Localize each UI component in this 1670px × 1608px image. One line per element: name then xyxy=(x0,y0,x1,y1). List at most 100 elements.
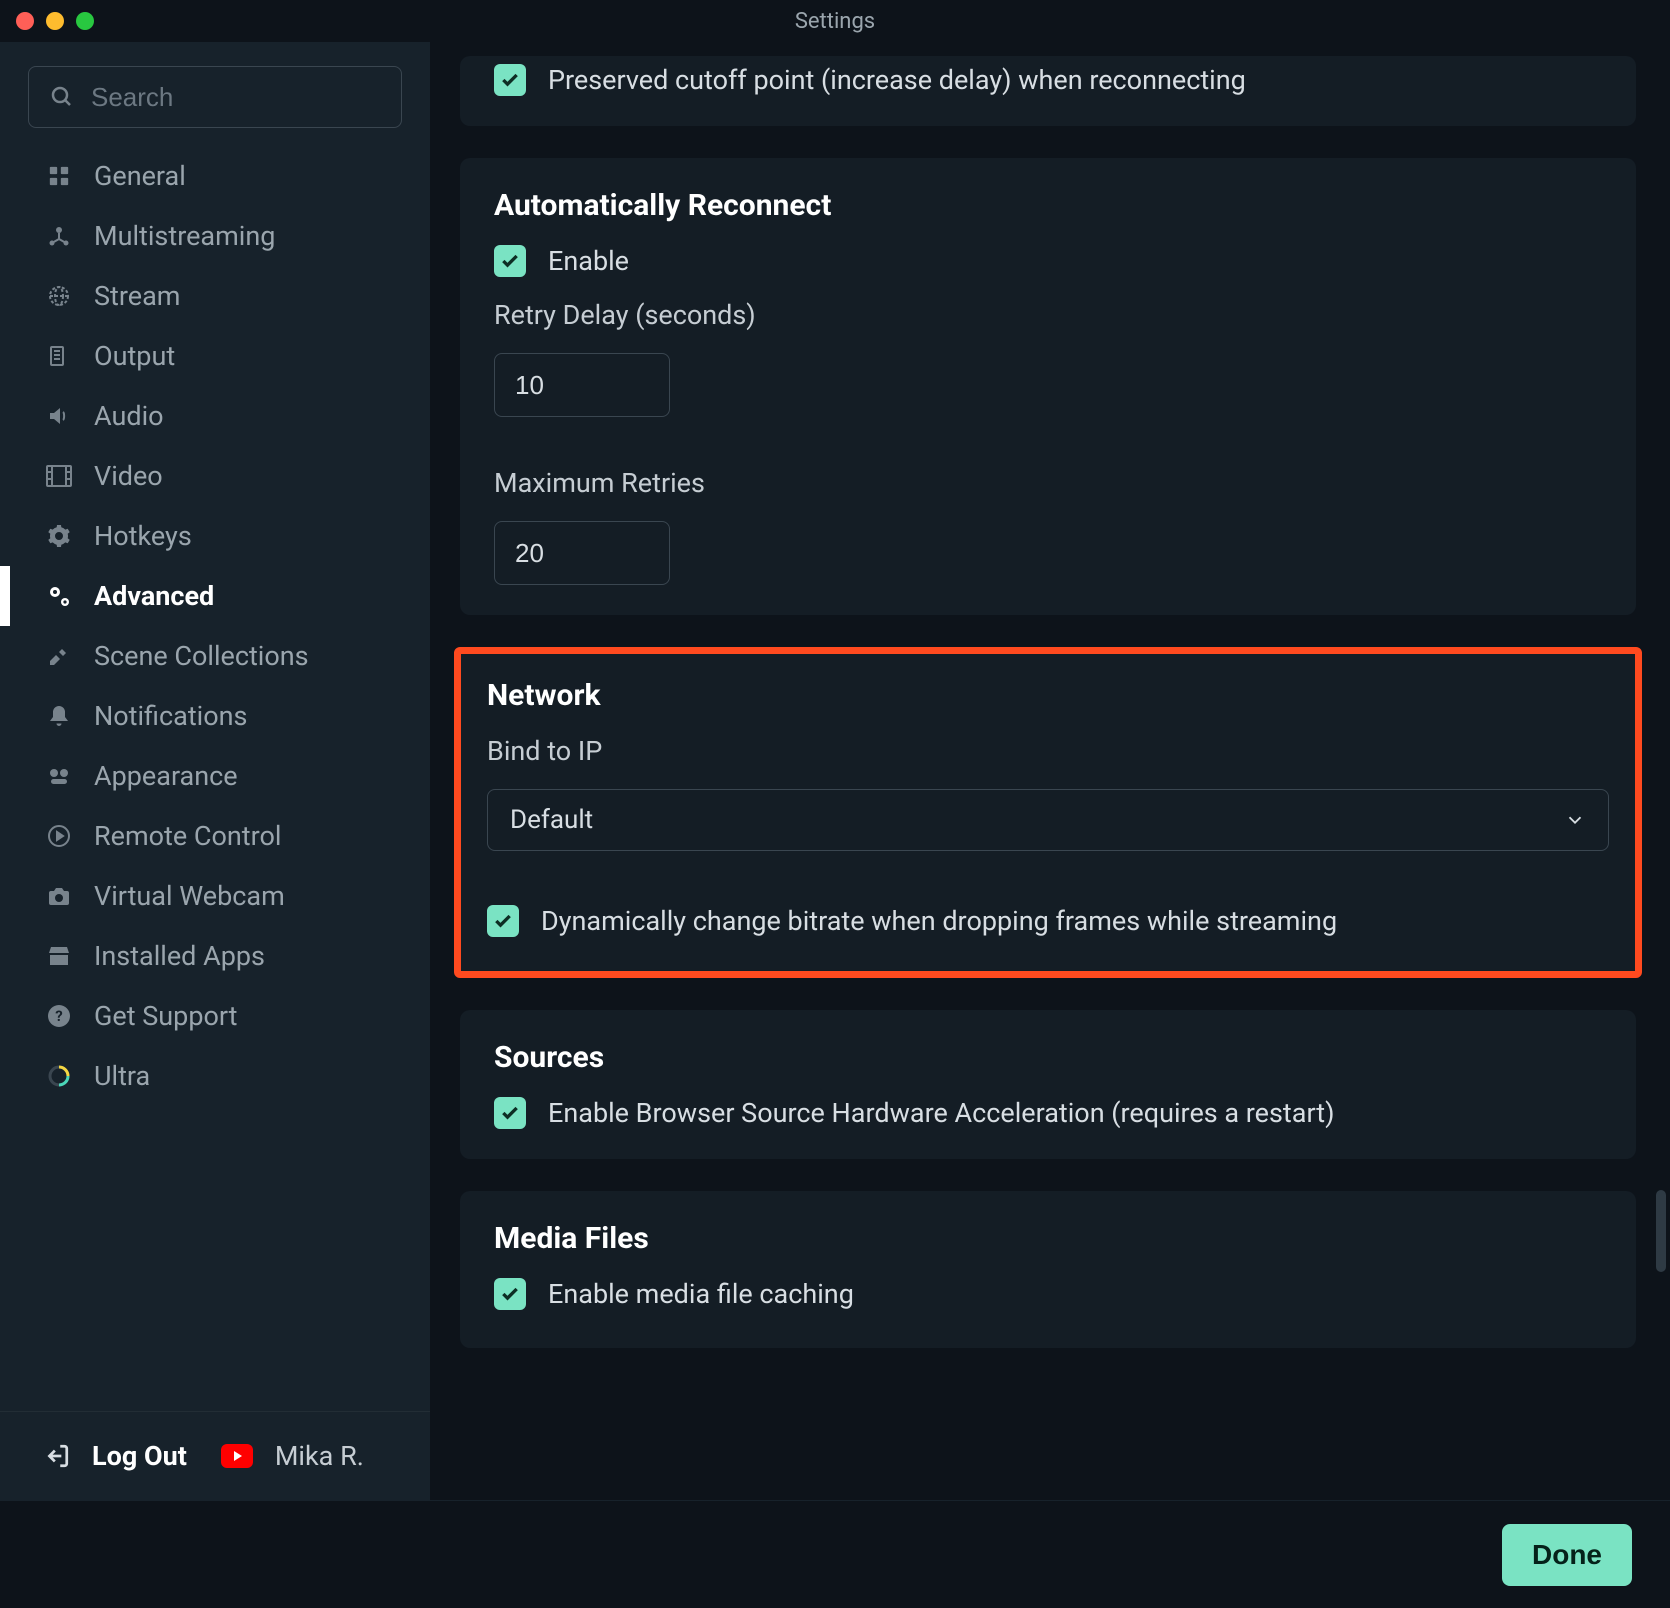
enable-reconnect-checkbox-row[interactable]: Enable xyxy=(494,245,1602,277)
sidebar-item-label: Get Support xyxy=(94,1000,238,1032)
checkbox-checked-icon xyxy=(494,1097,526,1129)
store-icon xyxy=(44,941,74,971)
checkbox-label: Preserved cutoff point (increase delay) … xyxy=(548,64,1246,96)
scrollbar-thumb[interactable] xyxy=(1656,1190,1666,1272)
section-title: Media Files xyxy=(494,1221,1602,1256)
globe-icon xyxy=(44,281,74,311)
section-title: Automatically Reconnect xyxy=(494,188,1602,223)
window-title: Settings xyxy=(795,9,875,34)
sidebar-item-label: Virtual Webcam xyxy=(94,880,285,912)
help-icon: ? xyxy=(44,1001,74,1031)
maximize-window-button[interactable] xyxy=(76,12,94,30)
checkbox-checked-icon xyxy=(494,245,526,277)
speaker-icon xyxy=(44,401,74,431)
gear-icon xyxy=(44,521,74,551)
section-title: Network xyxy=(487,678,1609,713)
sidebar-item-label: Installed Apps xyxy=(94,940,265,972)
sidebar-item-audio[interactable]: Audio xyxy=(0,386,430,446)
sidebar-item-label: Output xyxy=(94,340,175,372)
bind-ip-select[interactable]: Default xyxy=(487,789,1609,851)
sidebar-item-hotkeys[interactable]: Hotkeys xyxy=(0,506,430,566)
sidebar-item-label: Remote Control xyxy=(94,820,281,852)
play-circle-icon xyxy=(44,821,74,851)
sidebar-item-remote-control[interactable]: Remote Control xyxy=(0,806,430,866)
sidebar-item-get-support[interactable]: ? Get Support xyxy=(0,986,430,1046)
bind-ip-label: Bind to IP xyxy=(487,735,1609,767)
preserved-cutoff-checkbox-row[interactable]: Preserved cutoff point (increase delay) … xyxy=(494,64,1602,96)
sidebar-item-advanced[interactable]: Advanced xyxy=(0,566,430,626)
logout-button[interactable]: Log Out xyxy=(92,1440,187,1472)
sidebar-item-ultra[interactable]: Ultra xyxy=(0,1046,430,1106)
sidebar-item-output[interactable]: Output xyxy=(0,326,430,386)
film-icon xyxy=(44,461,74,491)
checkbox-label: Enable xyxy=(548,245,629,277)
sidebar-item-label: Video xyxy=(94,460,163,492)
svg-text:?: ? xyxy=(55,1007,62,1025)
tools-icon xyxy=(44,641,74,671)
sidebar-item-label: Hotkeys xyxy=(94,520,192,552)
checkbox-label: Enable media file caching xyxy=(548,1278,854,1310)
sidebar-item-notifications[interactable]: Notifications xyxy=(0,686,430,746)
select-value: Default xyxy=(510,805,593,835)
sidebar-item-multistreaming[interactable]: Multistreaming xyxy=(0,206,430,266)
broadcast-icon xyxy=(44,221,74,251)
retry-delay-input[interactable] xyxy=(494,353,670,417)
titlebar: Settings xyxy=(0,0,1670,42)
sidebar-item-label: Scene Collections xyxy=(94,640,309,672)
footer-bar: Done xyxy=(0,1500,1670,1608)
done-button[interactable]: Done xyxy=(1502,1524,1632,1586)
checkbox-label: Dynamically change bitrate when dropping… xyxy=(541,905,1337,937)
sidebar: General Multistreaming Stream Output Aud… xyxy=(0,42,430,1500)
sidebar-item-virtual-webcam[interactable]: Virtual Webcam xyxy=(0,866,430,926)
logout-icon xyxy=(44,1443,70,1469)
max-retries-label: Maximum Retries xyxy=(494,467,1602,499)
network-section-highlighted: Network Bind to IP Default Dynamically c… xyxy=(454,647,1642,978)
dynamic-bitrate-checkbox-row[interactable]: Dynamically change bitrate when dropping… xyxy=(487,905,1609,937)
sidebar-item-label: Ultra xyxy=(94,1060,150,1092)
checkbox-checked-icon xyxy=(494,1278,526,1310)
sidebar-item-appearance[interactable]: Appearance xyxy=(0,746,430,806)
grid-icon xyxy=(44,161,74,191)
checkbox-label: Enable Browser Source Hardware Accelerat… xyxy=(548,1097,1335,1129)
theme-icon xyxy=(44,761,74,791)
sidebar-item-label: Appearance xyxy=(94,760,238,792)
max-retries-input[interactable] xyxy=(494,521,670,585)
output-icon xyxy=(44,341,74,371)
checkbox-checked-icon xyxy=(487,905,519,937)
sidebar-item-label: Notifications xyxy=(94,700,247,732)
search-input[interactable] xyxy=(91,82,426,113)
username-label: Mika R. xyxy=(275,1440,364,1472)
window-controls xyxy=(16,12,94,30)
browser-hw-accel-checkbox-row[interactable]: Enable Browser Source Hardware Accelerat… xyxy=(494,1097,1602,1129)
sidebar-item-general[interactable]: General xyxy=(0,146,430,206)
cogs-icon xyxy=(44,581,74,611)
minimize-window-button[interactable] xyxy=(46,12,64,30)
media-files-section: Media Files Enable media file caching xyxy=(460,1191,1636,1348)
youtube-icon xyxy=(221,1444,253,1468)
media-caching-checkbox-row[interactable]: Enable media file caching xyxy=(494,1278,1602,1310)
sidebar-item-label: Advanced xyxy=(94,580,214,612)
sidebar-item-installed-apps[interactable]: Installed Apps xyxy=(0,926,430,986)
chevron-down-icon xyxy=(1564,809,1586,831)
search-icon xyxy=(47,82,77,112)
camera-icon xyxy=(44,881,74,911)
stream-delay-section-partial: Preserved cutoff point (increase delay) … xyxy=(460,56,1636,126)
ultra-icon xyxy=(44,1061,74,1091)
section-title: Sources xyxy=(494,1040,1602,1075)
sidebar-item-label: Audio xyxy=(94,400,164,432)
close-window-button[interactable] xyxy=(16,12,34,30)
auto-reconnect-section: Automatically Reconnect Enable Retry Del… xyxy=(460,158,1636,615)
sidebar-item-video[interactable]: Video xyxy=(0,446,430,506)
sidebar-item-label: Stream xyxy=(94,280,180,312)
sidebar-footer: Log Out Mika R. xyxy=(0,1411,430,1500)
checkbox-checked-icon xyxy=(494,64,526,96)
sidebar-item-label: Multistreaming xyxy=(94,220,275,252)
bell-icon xyxy=(44,701,74,731)
content-area: Preserved cutoff point (increase delay) … xyxy=(430,42,1670,1500)
sidebar-item-scene-collections[interactable]: Scene Collections xyxy=(0,626,430,686)
search-box[interactable] xyxy=(28,66,402,128)
nav-list: General Multistreaming Stream Output Aud… xyxy=(0,146,430,1411)
sidebar-item-label: General xyxy=(94,160,186,192)
sources-section: Sources Enable Browser Source Hardware A… xyxy=(460,1010,1636,1159)
sidebar-item-stream[interactable]: Stream xyxy=(0,266,430,326)
